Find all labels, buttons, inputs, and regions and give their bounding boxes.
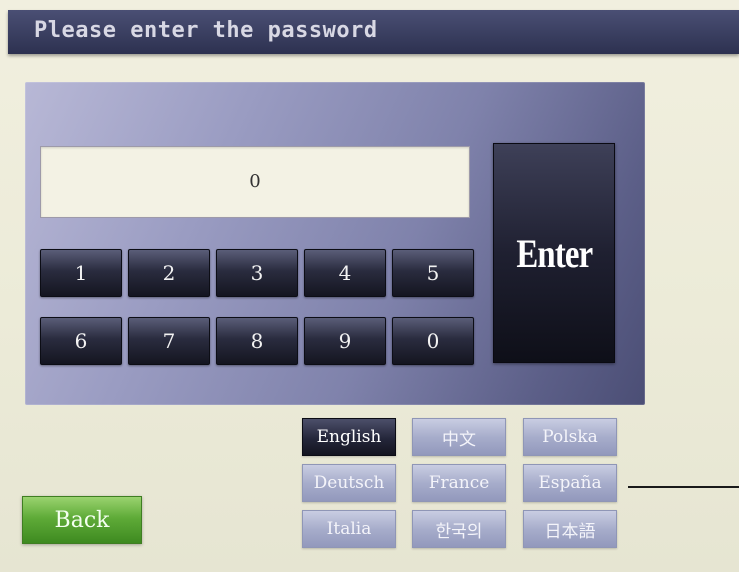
back-button[interactable]: Back	[22, 496, 142, 544]
language-korean-button[interactable]: 한국의	[412, 510, 506, 548]
title-bar: Please enter the password	[8, 10, 739, 54]
annotation-pointer-line	[628, 486, 739, 488]
key-1[interactable]: 1	[40, 249, 122, 297]
language-polish-button[interactable]: Polska	[523, 418, 617, 456]
key-6[interactable]: 6	[40, 317, 122, 365]
key-5[interactable]: 5	[392, 249, 474, 297]
key-8[interactable]: 8	[216, 317, 298, 365]
language-german-button[interactable]: Deutsch	[302, 464, 396, 502]
key-7[interactable]: 7	[128, 317, 210, 365]
language-spanish-button[interactable]: España	[523, 464, 617, 502]
key-3[interactable]: 3	[216, 249, 298, 297]
enter-label: Enter	[515, 231, 593, 276]
password-value: 0	[249, 171, 261, 192]
enter-button[interactable]: Enter	[493, 143, 615, 363]
language-italian-button[interactable]: Italia	[302, 510, 396, 548]
key-2[interactable]: 2	[128, 249, 210, 297]
page-title: Please enter the password	[34, 18, 378, 43]
key-9[interactable]: 9	[304, 317, 386, 365]
language-french-button[interactable]: France	[412, 464, 506, 502]
language-chinese-button[interactable]: 中文	[412, 418, 506, 456]
language-english-button[interactable]: English	[302, 418, 396, 456]
language-japanese-button[interactable]: 日本語	[523, 510, 617, 548]
key-4[interactable]: 4	[304, 249, 386, 297]
password-screen: Please enter the password 0 1 2 3 4 5 6 …	[0, 0, 739, 572]
password-field[interactable]: 0	[40, 146, 470, 218]
key-0[interactable]: 0	[392, 317, 474, 365]
